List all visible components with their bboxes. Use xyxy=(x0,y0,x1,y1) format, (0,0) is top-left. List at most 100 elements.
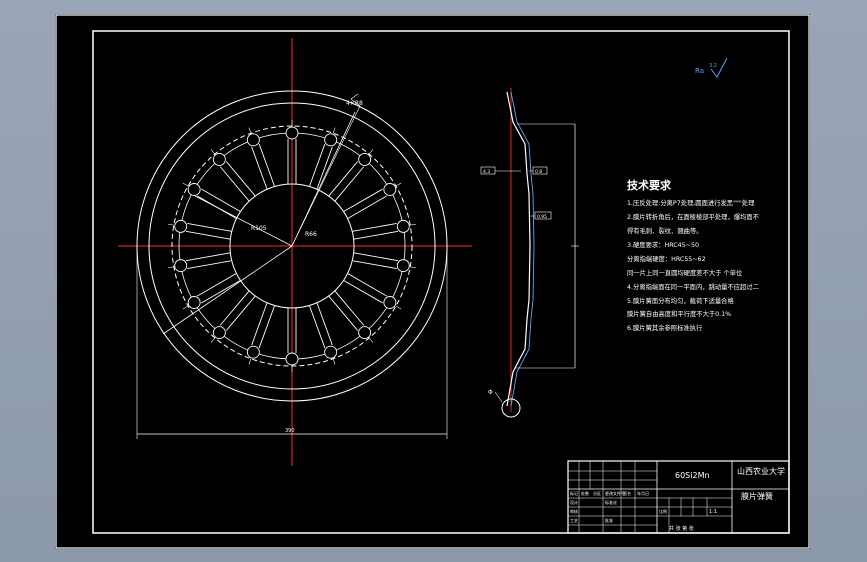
finger-slot-edge xyxy=(347,273,387,297)
section-label-c: 0.95 xyxy=(537,214,547,220)
finger-slot-edge xyxy=(258,305,275,349)
finger-slot-edge xyxy=(309,143,326,187)
finger-slot-edge xyxy=(251,302,268,346)
finger-slot-edge xyxy=(309,305,326,349)
finger-slot-edge xyxy=(352,260,397,269)
relief-hole xyxy=(396,259,410,273)
cad-drawing: 4×R8 R105 R66 390 4.3 0.8 0.95 Φ Ra 3.2 … xyxy=(55,14,810,549)
finger-slot-edge xyxy=(251,146,268,190)
tech-line-8: 5.膜片簧面分布均匀，载荷下适量合格 xyxy=(627,296,734,305)
relief-hole xyxy=(285,352,299,366)
relief-hole xyxy=(324,133,338,147)
ring-tick xyxy=(368,337,374,343)
detail-symbol: Φ xyxy=(488,389,493,396)
tb-label-std: 标准化 xyxy=(605,499,617,505)
tech-title: 技术要求 xyxy=(627,178,672,192)
relief-hole xyxy=(212,152,226,166)
relief-hole xyxy=(174,259,188,273)
ring-tick xyxy=(210,149,216,155)
roughness-mark: Ra 3.2 xyxy=(695,57,728,78)
part-name: 膜片弹簧 xyxy=(741,491,773,501)
tech-line-2: 2.膜片转折角后，在面棱棱部平处理，爆均面不 xyxy=(627,212,760,221)
relief-hole xyxy=(396,219,410,233)
tech-requirements: 技术要求 1.压反处理:分离P7处理,圆面进行发黑"""处理 2.膜片转折角后，… xyxy=(627,178,760,332)
finger-slot-edge xyxy=(201,280,241,304)
relief-hole xyxy=(358,152,372,166)
overall-dim-text: 390 xyxy=(285,428,295,434)
ring-tick xyxy=(248,127,252,134)
tech-line-3: 得有毛刺、裂纹、翘曲等。 xyxy=(627,226,703,235)
tech-line-9: 膜片簧自由高度和平行度不大于0.1% xyxy=(627,309,731,318)
finger-slot-edge xyxy=(187,223,232,232)
tech-line-1: 1.压反处理:分离P7处理,圆面进行发黑"""处理 xyxy=(627,198,755,207)
radius-leader-2 xyxy=(162,245,293,335)
relief-hole xyxy=(187,183,201,196)
finger-slot-edge xyxy=(201,188,241,212)
finger-slot-edge xyxy=(197,273,237,297)
roughness-symbol: Ra xyxy=(695,67,704,75)
relief-hole xyxy=(246,345,260,359)
relief-hole xyxy=(212,326,226,340)
front-view: 4×R8 R105 R66 390 xyxy=(118,38,472,466)
ring-tick xyxy=(248,358,252,365)
top-dim-label: 4×R8 xyxy=(346,100,363,107)
ring-tick xyxy=(210,337,216,343)
ring-tick xyxy=(395,182,402,187)
relief-hole xyxy=(383,296,397,309)
finger-slot-edge xyxy=(185,230,231,240)
tb-label-review: 审核 xyxy=(570,508,578,514)
finger-slot-edge xyxy=(352,223,397,232)
outer-border xyxy=(55,14,810,549)
tech-line-10: 6.膜片簧其余参照标准执行 xyxy=(627,323,703,332)
ring-tick xyxy=(332,127,336,134)
top-leader xyxy=(291,105,361,247)
detail-leader xyxy=(494,391,503,403)
sheet-count: 共 张 第 张 xyxy=(669,525,694,532)
roughness-value: 3.2 xyxy=(709,63,717,69)
finger-slot-edge xyxy=(343,280,383,304)
tb-label-count: 处数 xyxy=(581,490,589,496)
ring-tick xyxy=(167,266,174,269)
relief-hole xyxy=(358,326,372,340)
section-label-b: 0.8 xyxy=(535,169,542,175)
ring-tick xyxy=(182,182,189,187)
relief-hole xyxy=(383,183,397,196)
ring-tick xyxy=(332,358,336,365)
finger-slot-edge xyxy=(343,188,383,212)
tech-line-4: 3.硬度要求：HRC45~50 xyxy=(627,240,699,249)
material-text: 60Si2Mn xyxy=(675,471,710,480)
tb-label-process: 工艺 xyxy=(570,518,578,523)
school-name: 山西农业大学 xyxy=(737,466,785,476)
tb-label-date: 年月日 xyxy=(637,490,649,496)
tb-label-zone: 分区 xyxy=(593,490,601,496)
ring-tick xyxy=(182,305,189,310)
tb-label-design: 设计 xyxy=(570,499,578,505)
ring-tick xyxy=(368,149,374,155)
inner-frame xyxy=(92,30,790,534)
side-section-view: 4.3 0.8 0.95 Φ xyxy=(480,88,579,418)
relief-hole xyxy=(246,133,260,147)
tb-label-sign: 签名 xyxy=(623,490,631,496)
scale-value: 1:1 xyxy=(709,509,717,515)
relief-hole xyxy=(324,345,338,359)
finger-slot-edge xyxy=(316,302,333,346)
finger-slot-edge xyxy=(187,260,232,269)
tech-line-6: 同一片上同一直圆均硬度差不大于 个单位 xyxy=(627,268,743,277)
ring-tick xyxy=(167,223,174,226)
finger-slot-edge xyxy=(353,230,399,240)
finger-slot-edge xyxy=(185,252,231,262)
tb-label-change: 更改文件号 xyxy=(605,490,625,496)
drawing-sheet: 4×R8 R105 R66 390 4.3 0.8 0.95 Φ Ra 3.2 … xyxy=(55,14,810,549)
radius-leader-1 xyxy=(194,195,293,247)
tech-line-7: 4.分离指端面在同一平面内，跳动量不应超过二 xyxy=(627,282,759,291)
radius-dim-label-2: R66 xyxy=(305,231,317,238)
finger-slot-edge xyxy=(353,252,399,262)
relief-hole xyxy=(187,296,201,309)
finger-slot-edge xyxy=(258,143,275,187)
relief-hole xyxy=(285,126,299,140)
tb-label-mark: 标记 xyxy=(570,490,578,496)
tech-line-5: 分离指端硬度：HRC55~62 xyxy=(627,254,706,263)
ring-tick xyxy=(395,305,402,310)
section-label-a: 4.3 xyxy=(483,169,490,175)
relief-hole xyxy=(174,219,188,233)
